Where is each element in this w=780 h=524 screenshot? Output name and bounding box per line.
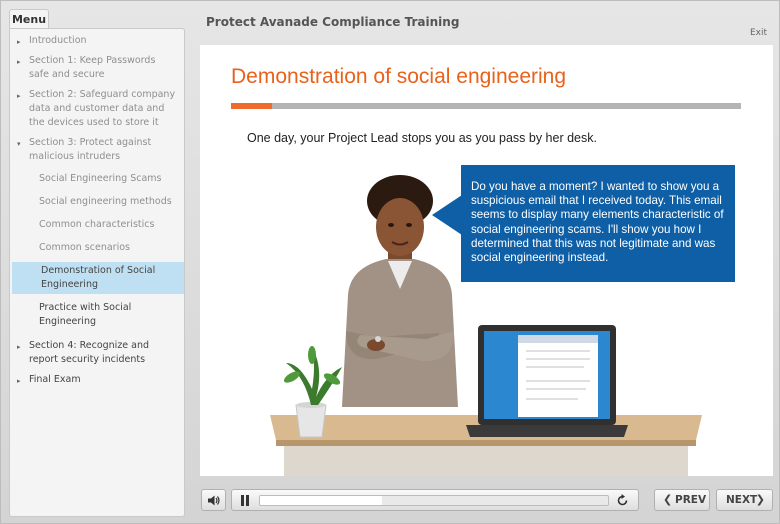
sidebar-item-label: Section 4: Recognize and report security…: [29, 340, 150, 365]
sidebar-item-label: Common characteristics: [39, 219, 155, 230]
sidebar-item-common-characteristics[interactable]: Common characteristics: [10, 216, 184, 234]
sidebar-item-final-exam[interactable]: ▸ Final Exam: [10, 371, 184, 389]
sidebar-item-social-engineering-methods[interactable]: Social engineering methods: [10, 193, 184, 211]
sidebar-item-section-3[interactable]: ▾ Section 3: Protect against malicious i…: [10, 134, 184, 166]
seek-slider[interactable]: [259, 495, 609, 506]
chevron-down-icon: ▾: [17, 140, 21, 148]
sidebar-item-label: Final Exam: [29, 374, 81, 385]
speech-bubble: Do you have a moment? I wanted to show y…: [461, 165, 735, 282]
sidebar-item-label: Introduction: [29, 35, 87, 46]
course-title: Protect Avanade Compliance Training: [206, 15, 460, 29]
exit-button[interactable]: Exit: [750, 28, 767, 38]
volume-button[interactable]: [201, 489, 226, 511]
sidebar-item-section-4[interactable]: ▸ Section 4: Recognize and report securi…: [10, 337, 184, 369]
sidebar-item-introduction[interactable]: ▸ Introduction: [10, 32, 184, 50]
playback-bar: [231, 489, 639, 511]
chevron-right-icon: ❯: [755, 493, 765, 506]
seek-progress: [260, 496, 382, 505]
sidebar-item-label: Demonstration of Social Engineering: [41, 265, 156, 290]
chevron-right-icon: ▸: [17, 38, 21, 46]
sidebar-item-label: Section 2: Safeguard company data and cu…: [29, 89, 176, 128]
sidebar-item-label: Common scenarios: [39, 242, 130, 253]
sidebar-item-section-2[interactable]: ▸ Section 2: Safeguard company data and …: [10, 86, 184, 132]
sidebar-item-label: Practice with Social Engineering: [39, 302, 132, 327]
next-button[interactable]: NEXT ❯: [716, 489, 773, 511]
sidebar-item-label: Social Engineering Scams: [39, 173, 162, 184]
chevron-left-icon: ❮: [663, 493, 673, 506]
laptop-illustration: [466, 325, 628, 437]
chevron-right-icon: ▸: [17, 92, 21, 100]
sidebar-item-label: Section 1: Keep Passwords safe and secur…: [29, 55, 156, 80]
prev-button[interactable]: ❮ PREV: [654, 489, 710, 511]
sidebar-item-section-1[interactable]: ▸ Section 1: Keep Passwords safe and sec…: [10, 52, 184, 84]
replay-icon[interactable]: [616, 494, 629, 507]
player-frame: Menu ▸ Introduction ▸ Section 1: Keep Pa…: [0, 0, 780, 524]
sidebar-item-social-engineering-scams[interactable]: Social Engineering Scams: [10, 170, 184, 188]
chevron-right-icon: ▸: [17, 58, 21, 66]
next-label: NEXT: [726, 494, 758, 506]
menu-tab[interactable]: Menu: [9, 9, 49, 29]
sidebar-menu: ▸ Introduction ▸ Section 1: Keep Passwor…: [9, 28, 185, 517]
sidebar-item-demonstration[interactable]: Demonstration of Social Engineering: [12, 262, 184, 294]
sidebar-item-label: Section 3: Protect against malicious int…: [29, 137, 152, 162]
sidebar-item-common-scenarios[interactable]: Common scenarios: [10, 239, 184, 257]
prev-label: PREV: [675, 494, 707, 506]
pause-icon[interactable]: [240, 495, 250, 506]
chevron-right-icon: ▸: [17, 377, 21, 385]
speech-bubble-tail: [432, 195, 462, 235]
speaker-icon: [208, 495, 220, 506]
slide-canvas: Demonstration of social engineering One …: [200, 45, 773, 476]
sidebar-item-practice[interactable]: Practice with Social Engineering: [10, 299, 184, 331]
sidebar-item-label: Social engineering methods: [39, 196, 172, 207]
chevron-right-icon: ▸: [17, 343, 21, 351]
